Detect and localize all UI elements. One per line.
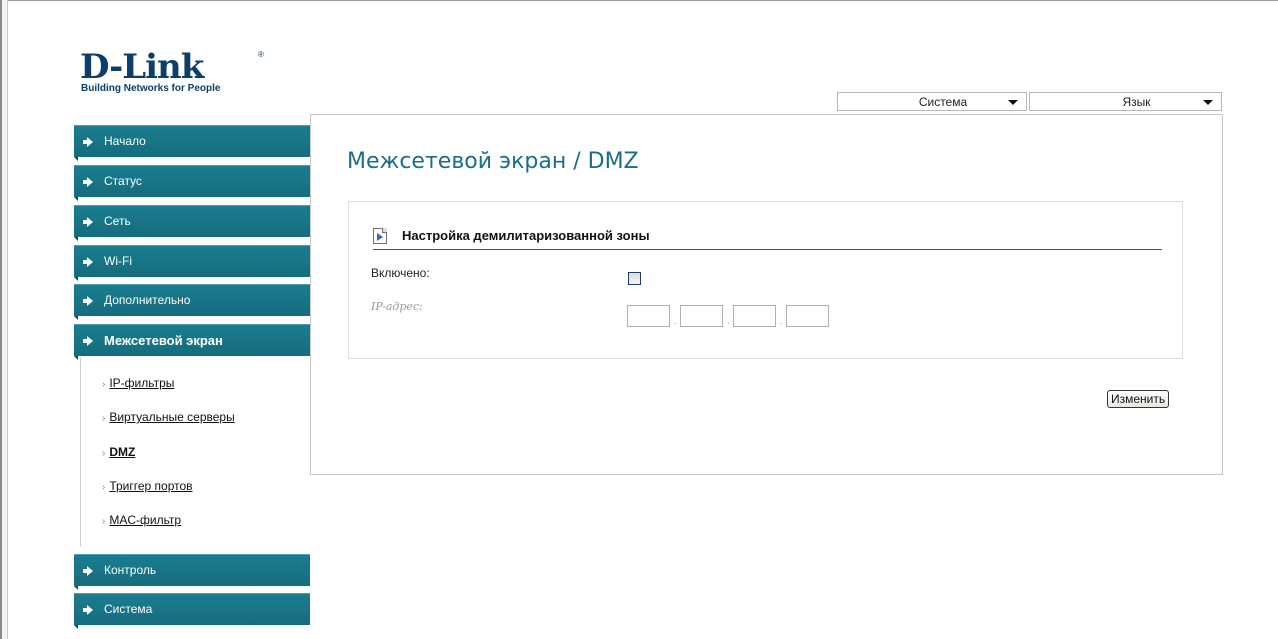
chevron-down-icon[interactable] bbox=[1008, 100, 1018, 105]
sidebar-item-label: Статус bbox=[104, 174, 142, 188]
sidebar-item-label: Контроль bbox=[104, 563, 157, 577]
chevron-right-icon: › bbox=[102, 516, 106, 527]
language-dropdown-value: Язык bbox=[1122, 94, 1151, 109]
sidebar-item-label: Wi-Fi bbox=[104, 254, 132, 268]
ip-separator: . bbox=[780, 316, 783, 327]
logo-wordmark: D-Link bbox=[80, 47, 204, 87]
change-button[interactable]: Изменить bbox=[1107, 390, 1170, 408]
sidebar-item-system[interactable]: Система bbox=[74, 593, 310, 629]
window-left-border bbox=[0, 0, 8, 639]
arrow-right-icon bbox=[83, 566, 93, 576]
submenu-item-ip-filters[interactable]: › IP-фильтры bbox=[102, 376, 174, 390]
section-header: Настройка демилитаризованной зоны bbox=[373, 228, 1162, 250]
dmz-settings-panel: Настройка демилитаризованной зоны Включе… bbox=[348, 201, 1183, 359]
dlink-logo: D-Link ® Building Networks for People bbox=[80, 50, 270, 100]
sidebar-item-wifi[interactable]: Wi-Fi bbox=[74, 245, 310, 281]
enabled-label: Включено: bbox=[371, 266, 430, 280]
sidebar-item-control[interactable]: Контроль bbox=[74, 554, 310, 590]
sidebar-item-network[interactable]: Сеть bbox=[74, 205, 310, 241]
arrow-right-icon bbox=[83, 177, 93, 187]
arrow-right-icon bbox=[83, 336, 93, 346]
submenu-item-dmz[interactable]: › DMZ bbox=[102, 445, 135, 459]
page-arrow-icon bbox=[373, 228, 387, 244]
ip-octet-3-input[interactable] bbox=[733, 305, 776, 327]
ip-address-label: IP-адрес: bbox=[371, 300, 423, 313]
submenu-item-mac-filter[interactable]: › MAC-фильтр bbox=[102, 513, 181, 527]
system-dropdown-value: Система bbox=[918, 94, 968, 109]
firewall-submenu: › IP-фильтры › Виртуальные серверы › DMZ › Т… bbox=[80, 357, 310, 547]
ip-separator: . bbox=[674, 316, 677, 327]
ip-octet-1-input[interactable] bbox=[627, 305, 670, 327]
language-dropdown[interactable]: Язык bbox=[1029, 92, 1222, 111]
ip-octet-4-input[interactable] bbox=[786, 305, 829, 327]
arrow-right-icon bbox=[83, 137, 93, 147]
submenu-item-port-trigger[interactable]: › Триггер портов bbox=[102, 479, 193, 493]
submenu-item-label[interactable]: MAC-фильтр bbox=[109, 513, 181, 527]
ip-separator: . bbox=[727, 316, 730, 327]
submenu-item-label[interactable]: IP-фильтры bbox=[109, 376, 174, 390]
submenu-item-label[interactable]: DMZ bbox=[109, 445, 135, 459]
submenu-item-label[interactable]: Триггер портов bbox=[109, 479, 192, 493]
chevron-right-icon: › bbox=[102, 448, 106, 459]
chevron-right-icon: › bbox=[102, 482, 106, 493]
sidebar-item-label: Сеть bbox=[104, 214, 131, 228]
sidebar-item-status[interactable]: Статус bbox=[74, 165, 310, 201]
window-top-border bbox=[0, 0, 1278, 14]
arrow-right-icon bbox=[83, 257, 93, 267]
arrow-right-icon bbox=[83, 605, 93, 615]
sidebar-item-start[interactable]: Начало bbox=[74, 125, 310, 161]
chevron-down-icon[interactable] bbox=[1203, 100, 1213, 105]
sidebar-item-firewall[interactable]: Межсетевой экран bbox=[74, 324, 310, 360]
sidebar-item-label: Начало bbox=[104, 134, 146, 148]
submenu-item-virtual-servers[interactable]: › Виртуальные серверы bbox=[102, 410, 235, 424]
arrow-right-icon bbox=[83, 296, 93, 306]
ip-octet-2-input[interactable] bbox=[680, 305, 723, 327]
system-dropdown[interactable]: Система bbox=[837, 92, 1027, 111]
section-title: Настройка демилитаризованной зоны bbox=[402, 228, 650, 243]
submenu-item-label[interactable]: Виртуальные серверы bbox=[109, 410, 234, 424]
logo-tagline: Building Networks for People bbox=[81, 83, 221, 94]
logo-registered-mark: ® bbox=[258, 50, 264, 59]
page-title: Межсетевой экран / DMZ bbox=[347, 149, 639, 174]
sidebar-item-label: Дополнительно bbox=[104, 293, 191, 307]
arrow-right-icon bbox=[83, 217, 93, 227]
chevron-right-icon: › bbox=[102, 379, 106, 390]
main-content: Межсетевой экран / DMZ Настройка демилит… bbox=[310, 114, 1223, 475]
sidebar-item-label: Межсетевой экран bbox=[104, 333, 223, 348]
sidebar-item-label: Система bbox=[104, 602, 153, 616]
enabled-checkbox[interactable] bbox=[628, 272, 641, 285]
chevron-right-icon: › bbox=[102, 413, 106, 424]
sidebar-item-advanced[interactable]: Дополнительно bbox=[74, 284, 310, 320]
